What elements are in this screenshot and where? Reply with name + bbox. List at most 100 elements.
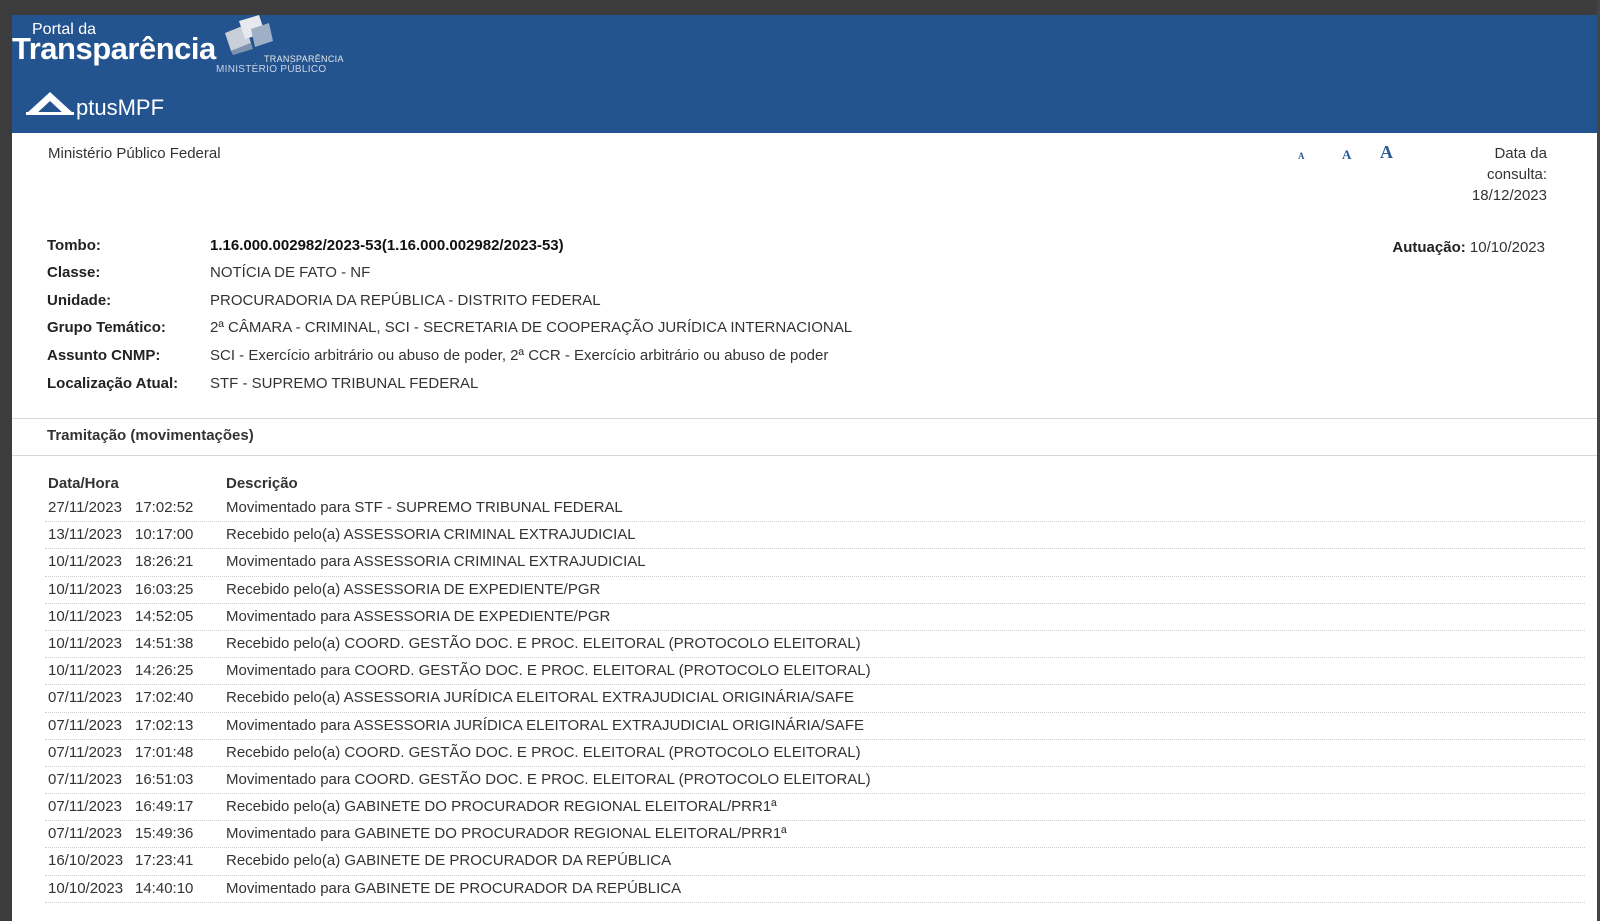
table-row: 07/11/2023 17:02:40 Recebido pelo(a) ASSES… bbox=[45, 685, 1585, 713]
detail-value: PROCURADORIA DA REPÚBLICA - DISTRITO FED… bbox=[210, 292, 601, 309]
font-size-large-button[interactable]: A bbox=[1380, 142, 1393, 163]
table-row: 07/11/2023 17:01:48 Recebido pelo(a) COORD… bbox=[45, 740, 1585, 767]
row-date: 07/11/2023 bbox=[48, 825, 122, 843]
table-row: 10/10/2023 14:40:10 Movimentado para GABIN… bbox=[45, 876, 1585, 903]
table-header: Data/Hora Descrição bbox=[45, 473, 1585, 495]
row-date: 13/11/2023 bbox=[48, 526, 122, 544]
aptus-mpf-logo-text: ptusMPF bbox=[76, 95, 165, 120]
table-row: 10/11/2023 14:51:38 Recebido pelo(a) COORD… bbox=[45, 631, 1585, 659]
cubes-logo-icon bbox=[225, 15, 273, 55]
table-row: 16/10/2023 17:23:41 Recebido pelo(a) GABIN… bbox=[45, 848, 1585, 876]
table-row: 07/11/2023 15:49:36 Movimentado para GABIN… bbox=[45, 821, 1585, 849]
row-description: Movimentado para ASSESSORIA DE EXPEDIENT… bbox=[226, 607, 611, 625]
font-size-medium-button[interactable]: A bbox=[1342, 147, 1351, 163]
row-description: Movimentado para COORD. GESTÃO DOC. E PR… bbox=[226, 770, 871, 788]
header-banner: Portal da Transparência TRANSPARÊNCIA MI… bbox=[12, 15, 1597, 133]
row-description: Movimentado para STF - SUPREMO TRIBUNAL … bbox=[226, 499, 623, 516]
row-description: Movimentado para GABINETE DE PROCURADOR … bbox=[226, 879, 682, 897]
row-date: 27/11/2023 bbox=[48, 499, 122, 516]
logo-transparencia-text: Transparência bbox=[12, 31, 216, 66]
row-description: Recebido pelo(a) ASSESSORIA CRIMINAL EXT… bbox=[226, 526, 636, 544]
table-row: 07/11/2023 16:49:17 Recebido pelo(a) GABIN… bbox=[45, 794, 1585, 822]
table-row: 10/11/2023 16:03:25 Recebido pelo(a) ASSES… bbox=[45, 577, 1585, 604]
detail-label: Tombo: bbox=[47, 237, 101, 254]
consulta-date-block: Data da consulta: 18/12/2023 bbox=[1437, 143, 1547, 206]
row-time: 16:03:25 bbox=[135, 580, 194, 598]
row-description: Recebido pelo(a) COORD. GESTÃO DOC. E PR… bbox=[226, 743, 861, 761]
table-row: 10/11/2023 14:26:25 Movimentado para COORD… bbox=[45, 658, 1585, 686]
row-time: 14:40:10 bbox=[135, 879, 194, 897]
detail-label: Localização Atual: bbox=[47, 375, 179, 392]
row-description: Recebido pelo(a) GABINETE DO PROCURADOR … bbox=[226, 798, 777, 816]
detail-value: SCI - Exercício arbitrário ou abuso de p… bbox=[210, 347, 829, 364]
row-time: 16:51:03 bbox=[135, 770, 194, 788]
detail-label: Unidade: bbox=[47, 292, 112, 309]
section-divider bbox=[12, 418, 1597, 419]
row-time: 17:02:13 bbox=[135, 716, 194, 734]
row-time: 14:26:25 bbox=[135, 662, 194, 680]
column-header-description: Descrição bbox=[226, 475, 298, 492]
row-time: 14:51:38 bbox=[135, 634, 194, 652]
row-time: 17:02:40 bbox=[135, 689, 194, 707]
table-row: 13/11/2023 10:17:00 Recebido pelo(a) ASSES… bbox=[45, 522, 1585, 550]
row-time: 10:17:00 bbox=[135, 526, 194, 544]
row-date: 10/10/2023 bbox=[48, 879, 124, 897]
detail-label: Grupo Temático: bbox=[47, 319, 166, 336]
detail-value: 1.16.000.002982/2023-53(1.16.000.002982/… bbox=[210, 237, 564, 254]
row-time: 14:52:05 bbox=[135, 607, 194, 625]
row-description: Movimentado para COORD. GESTÃO DOC. E PR… bbox=[226, 662, 871, 680]
row-description: Movimentado para ASSESSORIA JURÍDICA ELE… bbox=[226, 716, 864, 734]
column-header-date: Data/Hora bbox=[48, 475, 119, 492]
row-time: 15:49:36 bbox=[135, 825, 194, 843]
detail-value: STF - SUPREMO TRIBUNAL FEDERAL bbox=[210, 375, 479, 392]
detail-label: Classe: bbox=[47, 264, 101, 281]
table-row: 10/11/2023 18:26:21 Movimentado para ASSES… bbox=[45, 549, 1585, 577]
row-description: Recebido pelo(a) GABINETE DE PROCURADOR … bbox=[226, 852, 672, 870]
consulta-label-line1: Data da bbox=[1494, 145, 1547, 162]
row-description: Recebido pelo(a) COORD. GESTÃO DOC. E PR… bbox=[226, 634, 861, 652]
detail-label: Assunto CNMP: bbox=[47, 347, 161, 364]
table-row: 27/11/2023 17:02:52 Movimentado para STF -… bbox=[45, 495, 1585, 523]
organization-name: Ministério Público Federal bbox=[48, 145, 221, 162]
row-date: 10/11/2023 bbox=[48, 553, 122, 571]
table-body: 27/11/2023 17:02:52 Movimentado para STF -… bbox=[45, 495, 1585, 903]
row-time: 17:01:48 bbox=[135, 743, 194, 761]
table-row: 07/11/2023 17:02:13 Movimentado para ASSES… bbox=[45, 713, 1585, 740]
row-date: 10/11/2023 bbox=[48, 634, 122, 652]
table-row: 10/11/2023 14:52:05 Movimentado para ASSES… bbox=[45, 604, 1585, 631]
consulta-date-value: 18/12/2023 bbox=[1471, 187, 1547, 204]
row-date: 07/11/2023 bbox=[48, 770, 122, 788]
font-size-controls: A A A bbox=[1292, 142, 1402, 167]
row-date: 07/11/2023 bbox=[48, 716, 122, 734]
row-description: Movimentado para GABINETE DO PROCURADOR … bbox=[226, 825, 787, 843]
row-date: 07/11/2023 bbox=[48, 689, 122, 707]
aptus-a-logo-icon bbox=[26, 92, 74, 115]
row-date: 07/11/2023 bbox=[48, 798, 122, 816]
row-date: 10/11/2023 bbox=[48, 607, 122, 625]
row-date: 07/11/2023 bbox=[48, 743, 122, 761]
autuacao-info: Autuação: 10/10/2023 bbox=[1392, 239, 1545, 256]
row-date: 10/11/2023 bbox=[48, 580, 122, 598]
row-date: 16/10/2023 bbox=[48, 852, 124, 870]
row-time: 17:23:41 bbox=[135, 852, 194, 870]
row-description: Recebido pelo(a) ASSESSORIA JURÍDICA ELE… bbox=[226, 689, 854, 707]
font-size-small-button[interactable]: A bbox=[1298, 151, 1305, 161]
section-divider bbox=[12, 455, 1597, 456]
page: Portal da Transparência TRANSPARÊNCIA MI… bbox=[12, 15, 1597, 921]
detail-value: NOTÍCIA DE FATO - NF bbox=[210, 264, 371, 281]
row-description: Recebido pelo(a) ASSESSORIA DE EXPEDIENT… bbox=[226, 580, 601, 598]
row-description: Movimentado para ASSESSORIA CRIMINAL EXT… bbox=[226, 553, 646, 571]
row-time: 17:02:52 bbox=[135, 499, 194, 516]
logo-ministerio-caption: MINISTÉRIO PÚBLICO bbox=[216, 64, 327, 75]
row-date: 10/11/2023 bbox=[48, 662, 122, 680]
row-time: 16:49:17 bbox=[135, 798, 194, 816]
table-row: 07/11/2023 16:51:03 Movimentado para COORD… bbox=[45, 767, 1585, 795]
logo-transparencia-caption: TRANSPARÊNCIA bbox=[264, 54, 344, 64]
autuacao-value: 10/10/2023 bbox=[1469, 239, 1545, 256]
consulta-label-line2: consulta: bbox=[1486, 166, 1547, 183]
movements-table: Data/Hora Descrição 27/11/2023 17:02:52 Mo… bbox=[45, 473, 1585, 903]
autuacao-label: Autuação: bbox=[1392, 239, 1466, 256]
detail-value: 2ª CÂMARA - CRIMINAL, SCI - SECRETARIA D… bbox=[210, 319, 853, 336]
row-time: 18:26:21 bbox=[135, 553, 194, 571]
tramitacao-title: Tramitação (movimentações) bbox=[47, 427, 254, 444]
